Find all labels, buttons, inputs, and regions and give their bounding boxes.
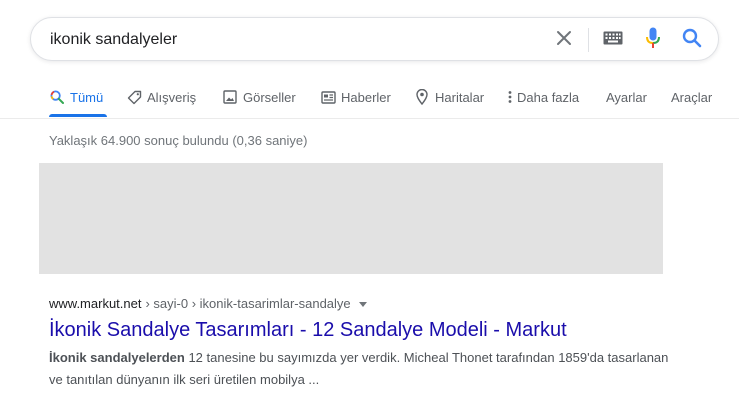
microphone-icon (646, 27, 660, 54)
result-stats: Yaklaşık 64.900 sonuç bulundu (0,36 sani… (49, 133, 308, 148)
tab-label: Görseller (243, 89, 296, 105)
tab-label: Haberler (341, 89, 391, 105)
search-box[interactable] (30, 17, 719, 61)
keyboard-button[interactable] (601, 28, 625, 52)
tab-more[interactable]: Daha fazla (507, 84, 579, 110)
active-tab-indicator (49, 114, 107, 117)
tab-tools[interactable]: Araçlar (671, 84, 712, 110)
tag-icon (126, 89, 142, 105)
image-icon (222, 89, 238, 105)
voice-search-button[interactable] (641, 27, 665, 54)
tab-shopping[interactable]: Alışveriş (126, 84, 196, 110)
tabs-divider (0, 118, 739, 119)
close-icon (556, 30, 572, 51)
tab-label: Tümü (70, 89, 104, 105)
search-box-divider (588, 28, 589, 52)
search-icon (49, 89, 65, 105)
tab-images[interactable]: Görseller (222, 84, 296, 110)
keyboard-icon (603, 31, 623, 50)
result-site[interactable]: www.markut.net (49, 294, 141, 314)
result-breadcrumbs: › sayi-0 › ikonik-tasarimlar-sandalye (145, 296, 351, 311)
map-pin-icon (414, 89, 430, 105)
result-snippet: İkonik sandalyelerden 12 tanesine bu say… (49, 347, 669, 391)
tab-news[interactable]: Haberler (320, 84, 391, 110)
tab-label: Araçlar (671, 89, 713, 105)
tab-maps[interactable]: Haritalar (414, 84, 484, 110)
tab-label: Daha fazla (517, 89, 580, 105)
result-options-arrow-icon[interactable] (358, 301, 367, 307)
tab-all[interactable]: Tümü (49, 84, 103, 110)
placeholder-block (39, 163, 663, 274)
tab-label: Alışveriş (147, 89, 197, 105)
search-icon (682, 28, 702, 53)
search-tabs: Tümü Alışveriş Görseller Haberler Harita… (0, 84, 739, 110)
tab-label: Ayarlar (606, 89, 647, 105)
search-result: www.markut.net › sayi-0 › ikonik-tasarim… (49, 294, 689, 391)
search-button[interactable] (680, 28, 704, 52)
snippet-highlight: İkonik sandalyelerden (49, 350, 185, 365)
tab-label: Haritalar (435, 89, 485, 105)
tab-settings[interactable]: Ayarlar (606, 84, 647, 110)
result-cite: www.markut.net › sayi-0 › ikonik-tasarim… (49, 294, 689, 314)
result-title-link[interactable]: İkonik Sandalye Tasarımları - 12 Sandaly… (49, 317, 689, 343)
news-icon (320, 89, 336, 105)
clear-button[interactable] (552, 28, 576, 52)
search-input[interactable] (50, 29, 550, 51)
more-vert-icon (507, 89, 513, 105)
